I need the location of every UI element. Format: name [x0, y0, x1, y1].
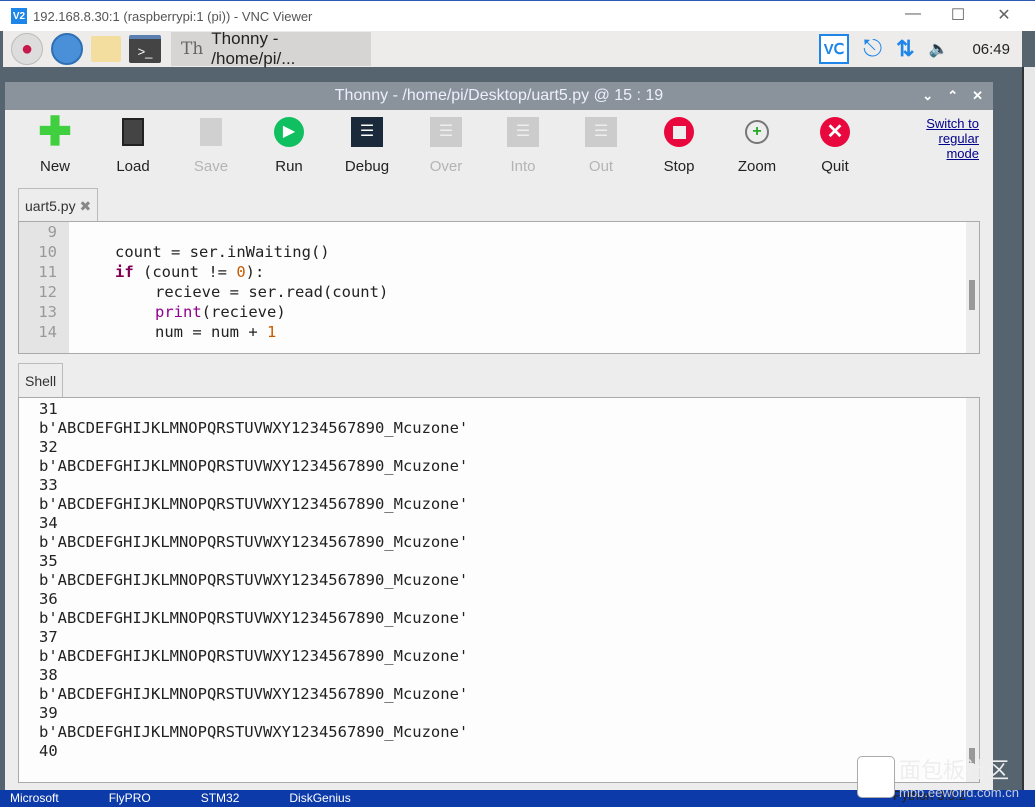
shell-output-line: 31 [39, 400, 58, 418]
shell-output-line: b'ABCDEFGHIJKLMNOPQRSTUVWXY1234567890_Mc… [39, 533, 469, 551]
code-line: print(recieve) [155, 303, 286, 321]
toolbar: ✚ New Load Save ▶ Run ☰ Debug ☰ Over ☰ Into ☰… [5, 110, 993, 188]
vnc-icon[interactable]: VⅭ [818, 34, 850, 64]
line-number-gutter: 9 10 11 12 13 14 [19, 222, 69, 353]
vnc-title-bar: V2 192.168.8.30:1 (raspberrypi:1 (pi)) -… [0, 0, 1035, 31]
code-line: if (count != 0): [115, 263, 265, 281]
vnc-logo-icon: V2 [11, 8, 27, 24]
step-over-button[interactable]: ☰ Over [411, 116, 481, 175]
step-out-icon: ☰ [585, 116, 617, 148]
shell-output-line: b'ABCDEFGHIJKLMNOPQRSTUVWXY1234567890_Mc… [39, 571, 469, 589]
shell-output-line: 33 [39, 476, 58, 494]
thonny-title: Thonny - /home/pi/Desktop/uart5.py @ 15 … [334, 87, 664, 104]
browser-globe-icon[interactable] [51, 33, 83, 65]
new-button[interactable]: ✚ New [20, 110, 90, 175]
shell-output-line: b'ABCDEFGHIJKLMNOPQRSTUVWXY1234567890_Mc… [39, 723, 469, 741]
save-floppy-icon [195, 116, 227, 148]
volume-muted-icon[interactable]: 🔈 [929, 39, 949, 59]
shell-output-line: 38 [39, 666, 58, 684]
code-line: num = num + 1 [155, 323, 277, 341]
shell-output-line: b'ABCDEFGHIJKLMNOPQRSTUVWXY1234567890_Mc… [39, 647, 469, 665]
shell-output-line: 34 [39, 514, 58, 532]
shell-output-line: b'ABCDEFGHIJKLMNOPQRSTUVWXY1234567890_Mc… [39, 495, 469, 513]
shell-output-line: 39 [39, 704, 58, 722]
watermark: 面包板社区 mbb.eeworld.com.cn [857, 753, 1019, 800]
zoom-button[interactable]: + Zoom [722, 116, 792, 175]
tab-shell[interactable]: Shell [18, 363, 64, 397]
shell-output-line: b'ABCDEFGHIJKLMNOPQRSTUVWXY1234567890_Mc… [39, 685, 469, 703]
code-editor[interactable]: 9 10 11 12 13 14 count = ser.inWaiting()… [18, 221, 980, 354]
task-label: Thonny - /home/pi/... [211, 29, 296, 68]
pi-taskbar: ● >_ Th Thonny - /home/pi/... VⅭ ⎋ ⇅ 🔈 0… [3, 29, 1022, 68]
tab-uart5-py[interactable]: uart5.py ✖ [18, 188, 99, 221]
plus-icon: ✚ [38, 110, 72, 154]
step-into-button[interactable]: ☰ Into [488, 116, 558, 175]
save-button[interactable]: Save [176, 116, 246, 175]
maximize-icon[interactable]: ⌃ [947, 82, 958, 110]
shell-output-line: 32 [39, 438, 58, 456]
shell-output-line: 37 [39, 628, 58, 646]
quit-x-icon: ✕ [819, 116, 851, 148]
quit-button[interactable]: ✕ Quit [800, 116, 870, 175]
shell-output-line: 35 [39, 552, 58, 570]
raspberry-menu-icon[interactable]: ● [11, 33, 43, 65]
minimize-button[interactable]: — [898, 5, 928, 23]
step-into-icon: ☰ [507, 116, 539, 148]
switch-to-regular-mode-link[interactable]: Switch to regular mode [926, 116, 979, 161]
shell-output-line: 40 [39, 742, 58, 760]
minimize-icon[interactable]: ⌄ [922, 82, 933, 110]
stop-icon [663, 116, 695, 148]
shell-output-line: b'ABCDEFGHIJKLMNOPQRSTUVWXY1234567890_Mc… [39, 419, 469, 437]
debug-icon: ☰ [351, 116, 383, 148]
zoom-magnifier-icon: + [741, 116, 773, 148]
shell-console[interactable]: 31 b'ABCDEFGHIJKLMNOPQRSTUVWXY1234567890_… [18, 397, 980, 783]
close-icon[interactable]: ✕ [972, 82, 983, 110]
maximize-button[interactable]: ☐ [943, 5, 973, 25]
download-icon[interactable]: ⎋ [863, 35, 882, 63]
stop-button[interactable]: Stop [644, 116, 714, 175]
code-line: recieve = ser.read(count) [155, 283, 389, 301]
shell-output-line: b'ABCDEFGHIJKLMNOPQRSTUVWXY1234567890_Mc… [39, 457, 469, 475]
shell-output-line: b'ABCDEFGHIJKLMNOPQRSTUVWXY1234567890_Mc… [39, 609, 469, 627]
thonny-title-bar: Thonny - /home/pi/Desktop/uart5.py @ 15 … [5, 82, 993, 110]
play-icon: ▶ [273, 116, 305, 148]
run-button[interactable]: ▶ Run [254, 116, 324, 175]
code-text: count = ser.inWaiting() if (count != 0):… [77, 222, 917, 342]
code-line: count = ser.inWaiting() [115, 243, 330, 261]
editor-scrollbar[interactable] [966, 222, 979, 353]
close-tab-icon[interactable]: ✖ [79, 198, 91, 214]
vnc-window-title: 192.168.8.30:1 (raspberrypi:1 (pi)) - VN… [33, 8, 313, 24]
step-out-button[interactable]: ☰ Out [566, 116, 636, 175]
debug-button[interactable]: ☰ Debug [332, 116, 402, 175]
shell-output-line: 36 [39, 590, 58, 608]
thonny-icon: Th [181, 39, 204, 59]
load-floppy-icon [117, 116, 149, 148]
network-arrows-icon[interactable]: ⇅ [896, 36, 914, 62]
terminal-icon[interactable]: >_ [129, 35, 161, 63]
taskbar-item[interactable]: Microsoft [10, 790, 59, 807]
watermark-logo-icon [857, 755, 895, 798]
step-over-icon: ☰ [430, 116, 462, 148]
load-button[interactable]: Load [98, 116, 168, 175]
clock: 06:49 [972, 40, 1010, 58]
background-window-edge [1022, 67, 1035, 790]
taskbar-item[interactable]: STM32 [201, 790, 240, 807]
shell-scrollbar[interactable] [966, 398, 979, 782]
taskbar-thonny-button[interactable]: Th Thonny - /home/pi/... [171, 29, 371, 68]
taskbar-item[interactable]: DiskGenius [289, 790, 350, 807]
close-button[interactable]: ✕ [989, 5, 1019, 25]
taskbar-item[interactable]: FlyPRO [109, 790, 151, 807]
thonny-window: Thonny - /home/pi/Desktop/uart5.py @ 15 … [5, 82, 993, 790]
file-manager-icon[interactable] [91, 36, 121, 62]
